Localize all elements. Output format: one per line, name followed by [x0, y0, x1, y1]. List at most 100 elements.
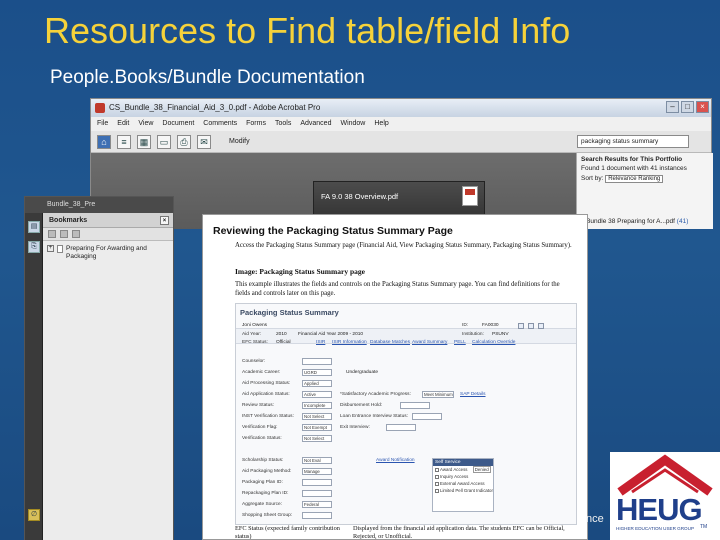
- academic-career-input[interactable]: UGRD: [302, 369, 332, 376]
- repackaging-plan-id-input[interactable]: [302, 490, 332, 497]
- ps-link-database-matches[interactable]: Database Matches: [370, 340, 410, 345]
- minimize-icon[interactable]: –: [666, 101, 679, 113]
- limited-pell-checkbox[interactable]: [435, 488, 439, 493]
- bookmark-item[interactable]: + Preparing For Awarding and Packaging: [43, 241, 173, 265]
- self-service-box: Self Service Award Access Denied Inquiry…: [432, 458, 494, 512]
- sort-select[interactable]: Relevance Ranking: [605, 175, 664, 183]
- ps-field-label: Packaging Plan ID:: [242, 480, 283, 485]
- ps-field-label: Aid Processing Status:: [242, 381, 291, 386]
- award-access-select[interactable]: Denied: [472, 466, 491, 473]
- acrobat-app-icon: [95, 103, 105, 113]
- bookmarks-panel-title: Bookmarks: [49, 217, 88, 224]
- menu-tools[interactable]: Tools: [275, 117, 291, 131]
- bookmark-new-icon[interactable]: [72, 230, 80, 238]
- home-icon[interactable]: ⌂: [97, 134, 111, 149]
- grid-icon[interactable]: ▦: [137, 134, 151, 149]
- ps-link-isir[interactable]: ISIR: [316, 340, 325, 345]
- packaging-plan-id-input[interactable]: [302, 479, 332, 486]
- slide-subtitle: People.Books/Bundle Documentation: [50, 67, 365, 88]
- ps-field-label: Academic Career:: [242, 370, 281, 375]
- bookmarks-icon[interactable]: ⎘: [28, 241, 40, 253]
- counselor-input[interactable]: [302, 358, 332, 365]
- sap-select[interactable]: Meet Minimum: [422, 391, 454, 398]
- corner-text: nce: [586, 513, 604, 525]
- portfolio-file-name: FA 9.0 38 Overview.pdf: [321, 192, 399, 201]
- ps-aid-year-desc: Financial Aid Year 2009 - 2010: [298, 332, 364, 337]
- pages-icon[interactable]: ▤: [28, 221, 40, 233]
- ps-field-label: Exit Interview:: [340, 425, 370, 430]
- menu-view[interactable]: View: [138, 117, 153, 131]
- inst-verification-status-select[interactable]: Not Select: [302, 413, 332, 420]
- award-notification-link[interactable]: Award Notification: [376, 458, 415, 463]
- ps-link-award-summary[interactable]: Award Summary: [412, 340, 447, 345]
- verification-status-select[interactable]: Not Select: [302, 435, 332, 442]
- maximize-icon[interactable]: □: [681, 101, 694, 113]
- aid-application-status-select[interactable]: Active: [302, 391, 332, 398]
- external-award-access-checkbox[interactable]: [435, 481, 439, 486]
- ps-field-label: Scholarship Status:: [242, 458, 284, 463]
- share-icon[interactable]: ✉: [197, 134, 211, 149]
- review-status-select[interactable]: Incomplete: [302, 402, 332, 409]
- layout-icon[interactable]: ≡: [117, 134, 131, 149]
- verification-flag-select[interactable]: Not Exempt: [302, 424, 332, 431]
- loan-entrance-interview-input[interactable]: [412, 413, 442, 420]
- exit-interview-input[interactable]: [386, 424, 416, 431]
- aid-processing-status-select[interactable]: Applied: [302, 380, 332, 387]
- menu-forms[interactable]: Forms: [246, 117, 266, 131]
- sort-label: Sort by:: [581, 175, 604, 182]
- disbursement-hold-input[interactable]: [400, 402, 430, 409]
- search-result-item[interactable]: ▸ Bundle 38 Preparing for A...pdf (41): [581, 217, 688, 225]
- ps-print-icon[interactable]: [528, 323, 534, 329]
- print-icon[interactable]: ⎙: [177, 134, 191, 149]
- inquiry-access-checkbox[interactable]: [435, 474, 439, 479]
- bookmark-delete-icon[interactable]: [60, 230, 68, 238]
- shopping-sheet-group-input[interactable]: [302, 512, 332, 519]
- menu-help[interactable]: Help: [374, 117, 388, 131]
- ps-link-isir-information[interactable]: ISIR Information: [332, 340, 367, 345]
- ps-notepad-icon[interactable]: [538, 323, 544, 329]
- menu-advanced[interactable]: Advanced: [300, 117, 331, 131]
- award-access-label: Award Access: [440, 467, 468, 472]
- ps-field-label: Loan Entrance Interview Status:: [340, 414, 408, 419]
- expand-icon[interactable]: +: [47, 245, 54, 252]
- award-access-checkbox[interactable]: [435, 467, 439, 472]
- attachments-icon[interactable]: ∅: [28, 509, 40, 521]
- sap-details-link[interactable]: SAP Details: [460, 392, 486, 397]
- close-icon[interactable]: ×: [696, 101, 709, 113]
- ps-field-label: Verification Status:: [242, 436, 282, 441]
- portfolio-search-input[interactable]: packaging status summary: [577, 135, 689, 148]
- bookmarks-toolbar: [43, 228, 173, 241]
- ps-id-value: FA0030: [482, 323, 499, 328]
- efc-status-term: EFC Status (expected family contribution…: [235, 525, 340, 540]
- ps-student-name: Joni Owens: [242, 323, 268, 328]
- menu-window[interactable]: Window: [340, 117, 365, 131]
- acrobat-window: CS_Bundle_38_Financial_Aid_3_0.pdf - Ado…: [90, 98, 713, 229]
- ps-field-label: Shopping Sheet Group:: [242, 513, 293, 518]
- acrobat-toolbar: ⌂ ≡ ▦ ▭ ⎙ ✉ Modify packaging status summ…: [91, 131, 711, 153]
- aid-packaging-method-select[interactable]: Manage: [302, 468, 332, 475]
- aggregate-source-select[interactable]: Federal: [302, 501, 332, 508]
- ps-field-label: Aid Packaging Method:: [242, 469, 292, 474]
- ps-link-pell[interactable]: PELL: [454, 340, 466, 345]
- menu-document[interactable]: Document: [162, 117, 194, 131]
- ps-help-icon[interactable]: [518, 323, 524, 329]
- slide-title: Resources to Find table/field Info: [44, 10, 571, 51]
- menu-file[interactable]: File: [97, 117, 108, 131]
- ps-field-label: Aggregate Source:: [242, 502, 283, 507]
- external-award-access-label: External Award Access: [440, 481, 485, 486]
- search-result-count: (41): [676, 218, 689, 225]
- modify-dropdown[interactable]: Modify: [229, 138, 250, 145]
- search-results-panel: Search Results for This Portfolio Found …: [576, 153, 713, 229]
- menu-edit[interactable]: Edit: [117, 117, 129, 131]
- document-page: Reviewing the Packaging Status Summary P…: [202, 214, 588, 540]
- pdf-file-icon: [462, 186, 478, 206]
- panel-close-icon[interactable]: ×: [160, 216, 169, 225]
- logo-text: HEUG: [616, 492, 703, 527]
- bookmark-options-icon[interactable]: [48, 230, 56, 238]
- save-icon[interactable]: ▭: [157, 134, 171, 149]
- ps-link-calculation-override[interactable]: Calculation Override: [472, 340, 515, 345]
- limited-pell-label: Limited Pell Grant Indicator: [440, 488, 493, 493]
- scholarship-status-select[interactable]: Not Eval: [302, 457, 332, 464]
- bookmarks-window-title: Bundle_38_Pre: [25, 197, 173, 213]
- menu-comments[interactable]: Comments: [203, 117, 237, 131]
